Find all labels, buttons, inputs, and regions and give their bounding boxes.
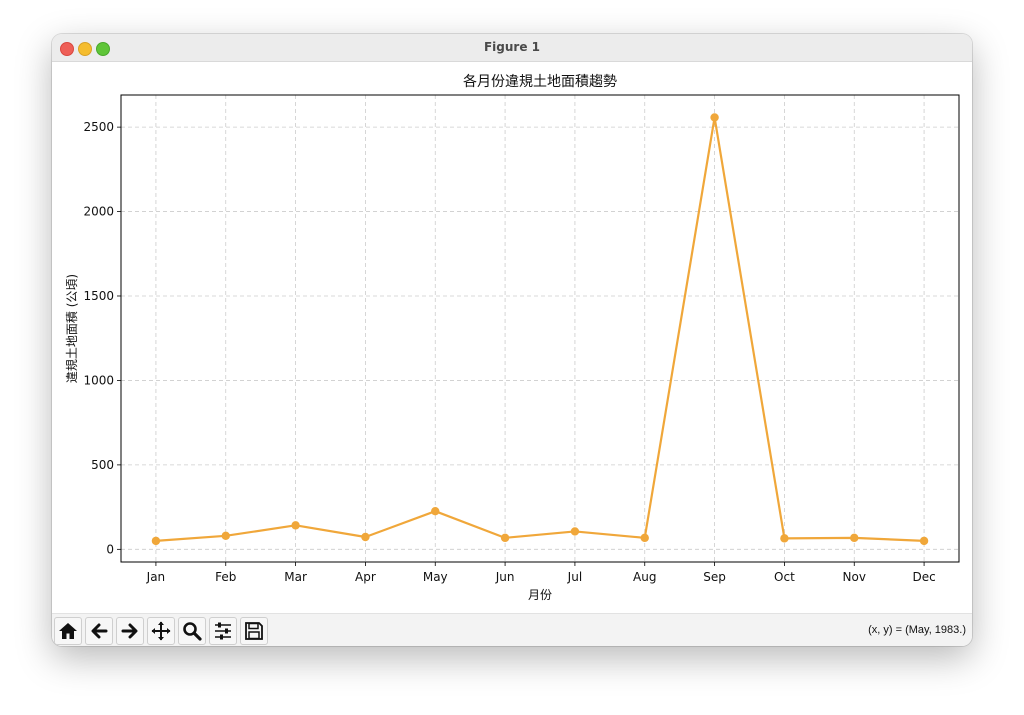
data-point [361, 532, 370, 542]
x-tick-label: Jun [495, 570, 515, 584]
x-tick-label: Jan [146, 570, 166, 584]
y-tick-label: 0 [106, 542, 114, 556]
title-bar: Figure 1 [52, 34, 972, 62]
navigation-toolbar: (x, y) = (May, 1983.) [52, 613, 972, 646]
data-point [570, 527, 580, 536]
x-tick-label: Sep [703, 570, 726, 584]
data-point [151, 536, 161, 546]
x-tick-label: Oct [774, 570, 795, 584]
back-icon [91, 623, 108, 639]
home-icon [59, 623, 77, 639]
configure-subplots-button[interactable] [209, 617, 237, 645]
x-tick-label: Jul [567, 570, 582, 584]
back-button[interactable] [85, 617, 113, 645]
data-point [221, 531, 230, 541]
data-point [431, 506, 440, 516]
x-tick-label: Apr [355, 570, 376, 584]
configure-subplots-icon [215, 622, 231, 640]
y-tick-label: 2000 [83, 205, 114, 219]
x-tick-label: Dec [912, 570, 935, 584]
x-tick-label: Nov [843, 570, 866, 584]
zoom-button[interactable] [178, 617, 206, 645]
series-line [155, 116, 925, 542]
data-point [919, 536, 929, 546]
chart-title: 各月份違規土地面積趨勢 [463, 74, 617, 90]
data-point [780, 534, 789, 543]
data-point [710, 113, 719, 122]
data-point [850, 533, 859, 543]
data-point [291, 521, 300, 530]
home-button[interactable] [54, 617, 82, 645]
y-tick-label: 1000 [83, 373, 114, 387]
cursor-coordinates: (x, y) = (May, 1983.) [868, 624, 966, 636]
data-point [640, 533, 649, 543]
pan-icon [151, 621, 171, 641]
figure-canvas[interactable]: Jan Feb Mar Apr May Jun Jul Aug Sep Oct Nov Dec 0 500… [52, 62, 972, 613]
window-title: Figure 1 [483, 40, 541, 54]
y-tick-label: 500 [91, 458, 114, 472]
forward-button[interactable] [116, 617, 144, 645]
y-axis-label: 違規土地面積 (公頃) [64, 274, 79, 383]
forward-icon [121, 623, 138, 639]
plot-frame [120, 94, 960, 563]
pan-button[interactable] [147, 617, 175, 645]
save-icon [245, 622, 263, 640]
x-tick-label: Aug [633, 570, 656, 584]
x-tick-label: May [423, 570, 448, 584]
x-axis-label: 月份 [528, 588, 552, 602]
x-tick-label: Mar [284, 570, 307, 584]
y-tick-label: 1500 [83, 289, 114, 303]
zoom-icon [183, 622, 202, 641]
x-tick-label: Feb [215, 570, 236, 584]
line-chart: Jan Feb Mar Apr May Jun Jul Aug Sep Oct Nov Dec 0 500… [64, 74, 960, 602]
figure-window: Figure 1 Jan Feb Mar Apr May Jun Jul Aug Sep Oct N… [52, 34, 972, 646]
data-point [500, 533, 510, 543]
y-tick-label: 2500 [83, 120, 114, 134]
save-button[interactable] [240, 617, 268, 645]
